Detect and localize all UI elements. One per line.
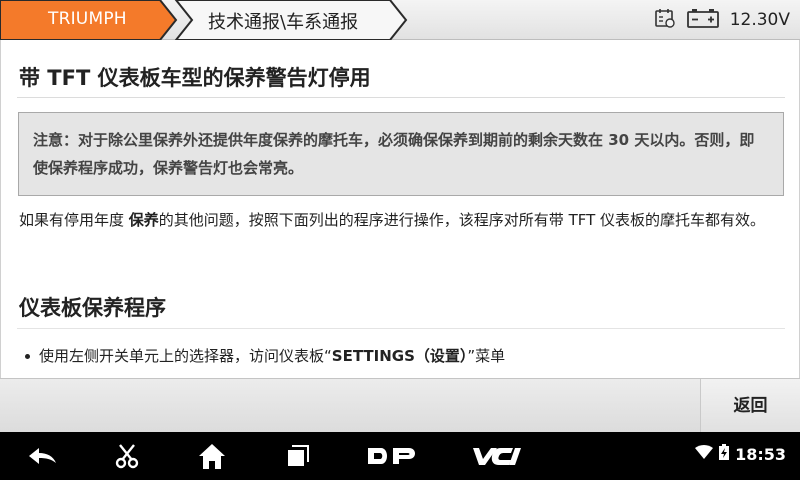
- top-header: TRIUMPH 技术通报\车系通报 12.30V: [0, 0, 800, 40]
- intro-text-pre: 如果有停用年度: [19, 211, 129, 229]
- recent-apps-icon[interactable]: [284, 442, 312, 470]
- voltage-readout: 12.30V: [729, 10, 790, 30]
- back-button[interactable]: 返回: [700, 379, 800, 433]
- intro-text-bold: 保养: [128, 211, 159, 229]
- bullet-text-bold: SETTINGS（设置）: [331, 347, 468, 365]
- clock: 18:53: [735, 444, 786, 464]
- intro-paragraph: 如果有停用年度 保养的其他问题，按照下面列出的程序进行操作，该程序对所有带 TF…: [19, 206, 785, 234]
- action-bar: 返回: [0, 378, 800, 433]
- brand-label: TRIUMPH: [48, 9, 127, 29]
- title-divider: [17, 97, 785, 98]
- breadcrumb-path[interactable]: 技术通报\车系通报: [160, 0, 420, 40]
- back-arrow-icon[interactable]: [24, 442, 60, 470]
- bullet-text-post: ”菜单: [467, 347, 506, 365]
- wifi-icon: [695, 444, 714, 464]
- vci-logo-icon[interactable]: [468, 442, 528, 470]
- section-divider: [17, 328, 785, 329]
- breadcrumb-path-label: 技术通报\车系通报: [208, 12, 359, 33]
- list-item: 使用左侧开关单元上的选择器，访问仪表板“SETTINGS（设置）”菜单: [25, 342, 779, 370]
- bullet-text-pre: 使用左侧开关单元上的选择器，访问仪表板“: [39, 347, 332, 365]
- intro-text-post: 的其他问题，按照下面列出的程序进行操作，该程序对所有带 TFT 仪表板的摩托车都…: [158, 211, 766, 229]
- note-box: 注意：对于除公里保养外还提供年度保养的摩托车，必须确保保养到期前的剩余天数在 3…: [18, 112, 784, 196]
- page-title: 带 TFT 仪表板车型的保养警告灯停用: [19, 66, 371, 90]
- home-icon[interactable]: [196, 442, 228, 470]
- section-title: 仪表板保养程序: [19, 296, 166, 320]
- battery-icon: [686, 7, 720, 33]
- calendar-icon[interactable]: [654, 7, 676, 33]
- dp-logo-icon[interactable]: [364, 442, 420, 470]
- bulletin-content[interactable]: 带 TFT 仪表板车型的保养警告灯停用 注意：对于除公里保养外还提供年度保养的摩…: [0, 40, 800, 378]
- status-area: 18:53: [695, 444, 786, 464]
- system-nav-bar: 18:53: [0, 432, 800, 480]
- scissors-icon[interactable]: [112, 442, 142, 470]
- battery-status-icon: [719, 444, 730, 464]
